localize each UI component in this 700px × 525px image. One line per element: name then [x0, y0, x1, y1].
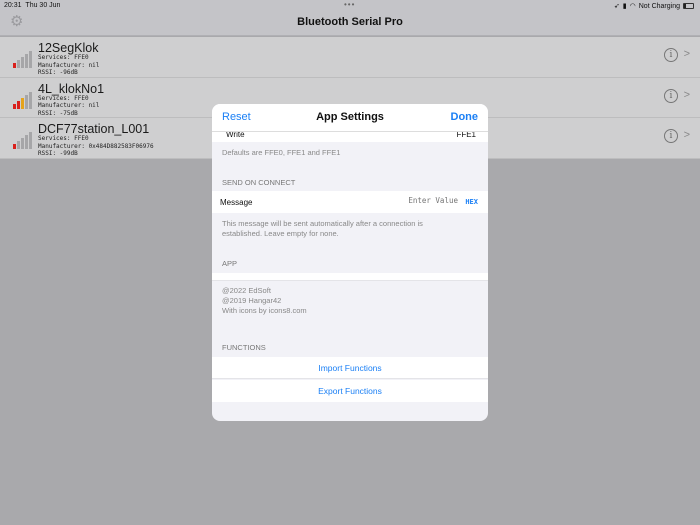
signal-bar [25, 94, 28, 109]
import-functions-button[interactable]: Import Functions [212, 357, 488, 379]
device-services: Services: FFE0 [38, 54, 89, 61]
functions-header: FUNCTIONS [222, 343, 266, 352]
credit-line: @2019 Hangar42 [222, 296, 282, 305]
signal-icon: ▮ [622, 3, 627, 10]
credit-line: With icons by icons8.com [222, 306, 307, 315]
chevron-right-icon: > [683, 129, 690, 141]
signal-bar [29, 132, 32, 149]
credit-line: @2022 EdSoft [222, 286, 271, 295]
wifi-icon: ◠ [629, 3, 636, 10]
message-note: established. Leave empty for none. [222, 229, 339, 238]
message-label: Message [220, 198, 253, 207]
info-icon[interactable]: i [664, 88, 678, 103]
device-manufacturer: Manufacturer: 0x484D882583F06976 [38, 142, 154, 150]
message-row[interactable]: Message HEX [212, 191, 488, 213]
status-bar: 20:31 Thu 30 Jun ••• ➶ ▮ ◠ Not Charging [0, 0, 700, 12]
status-time: 20:31 Thu 30 Jun [4, 2, 61, 9]
device-services: Services: FFE0 [38, 94, 89, 102]
message-input[interactable] [388, 196, 458, 205]
modal-title: App Settings [316, 111, 384, 123]
signal-bar [21, 57, 24, 68]
device-row[interactable]: 12SegKlok Services: FFE0 Manufacturer: ni… [0, 37, 700, 78]
message-note: This message will be sent automatically … [222, 219, 423, 228]
signal-bar [21, 138, 24, 149]
device-name: 4L_klokNo1 [38, 81, 105, 96]
battery-label: Not Charging [638, 2, 680, 10]
app-header: APP [222, 259, 238, 268]
send-on-connect-header: SEND ON CONNECT [222, 178, 296, 187]
signal-bar [21, 97, 24, 109]
signal-bar [13, 63, 16, 68]
navbar: ⚙ Bluetooth Serial Pro [0, 12, 700, 36]
signal-bar [17, 141, 20, 149]
device-name: DCF77station_L001 [38, 122, 150, 136]
signal-bar [17, 100, 20, 109]
device-rssi: RSSI: -99dB [38, 150, 78, 157]
device-name: 12SegKlok [38, 41, 99, 55]
device-rssi: RSSI: -96dB [38, 69, 78, 76]
signal-bar [29, 91, 32, 109]
chevron-right-icon: > [683, 88, 690, 101]
signal-bar [17, 60, 20, 68]
info-icon[interactable]: i [664, 129, 678, 143]
signal-strength-icon [13, 131, 32, 149]
signal-bar [13, 144, 16, 149]
app-settings-modal: Reset App Settings Done Write FFE1 Defau… [212, 104, 488, 421]
location-icon: ➶ [613, 3, 620, 10]
export-functions-button[interactable]: Export Functions [212, 380, 488, 402]
defaults-note: Defaults are FFE0, FFE1 and FFE1 [222, 148, 341, 157]
signal-bar [13, 103, 16, 109]
hex-toggle[interactable]: HEX [465, 198, 478, 206]
device-manufacturer: Manufacturer: nil [38, 102, 100, 109]
info-icon[interactable]: i [664, 48, 678, 62]
device-manufacturer: Manufacturer: nil [38, 61, 100, 69]
signal-bar [29, 51, 32, 68]
device-rssi: RSSI: -75dB [38, 109, 78, 117]
chevron-right-icon: > [683, 48, 690, 60]
signal-strength-icon [13, 91, 32, 109]
multitask-dots[interactable]: ••• [344, 0, 355, 9]
signal-strength-icon [13, 50, 32, 68]
battery-icon [683, 3, 694, 9]
app-row [212, 273, 488, 281]
device-services: Services: FFE0 [38, 135, 89, 142]
signal-bar [25, 135, 28, 149]
done-button[interactable]: Done [451, 111, 479, 123]
signal-bar [25, 54, 28, 68]
page-title: Bluetooth Serial Pro [297, 16, 403, 28]
